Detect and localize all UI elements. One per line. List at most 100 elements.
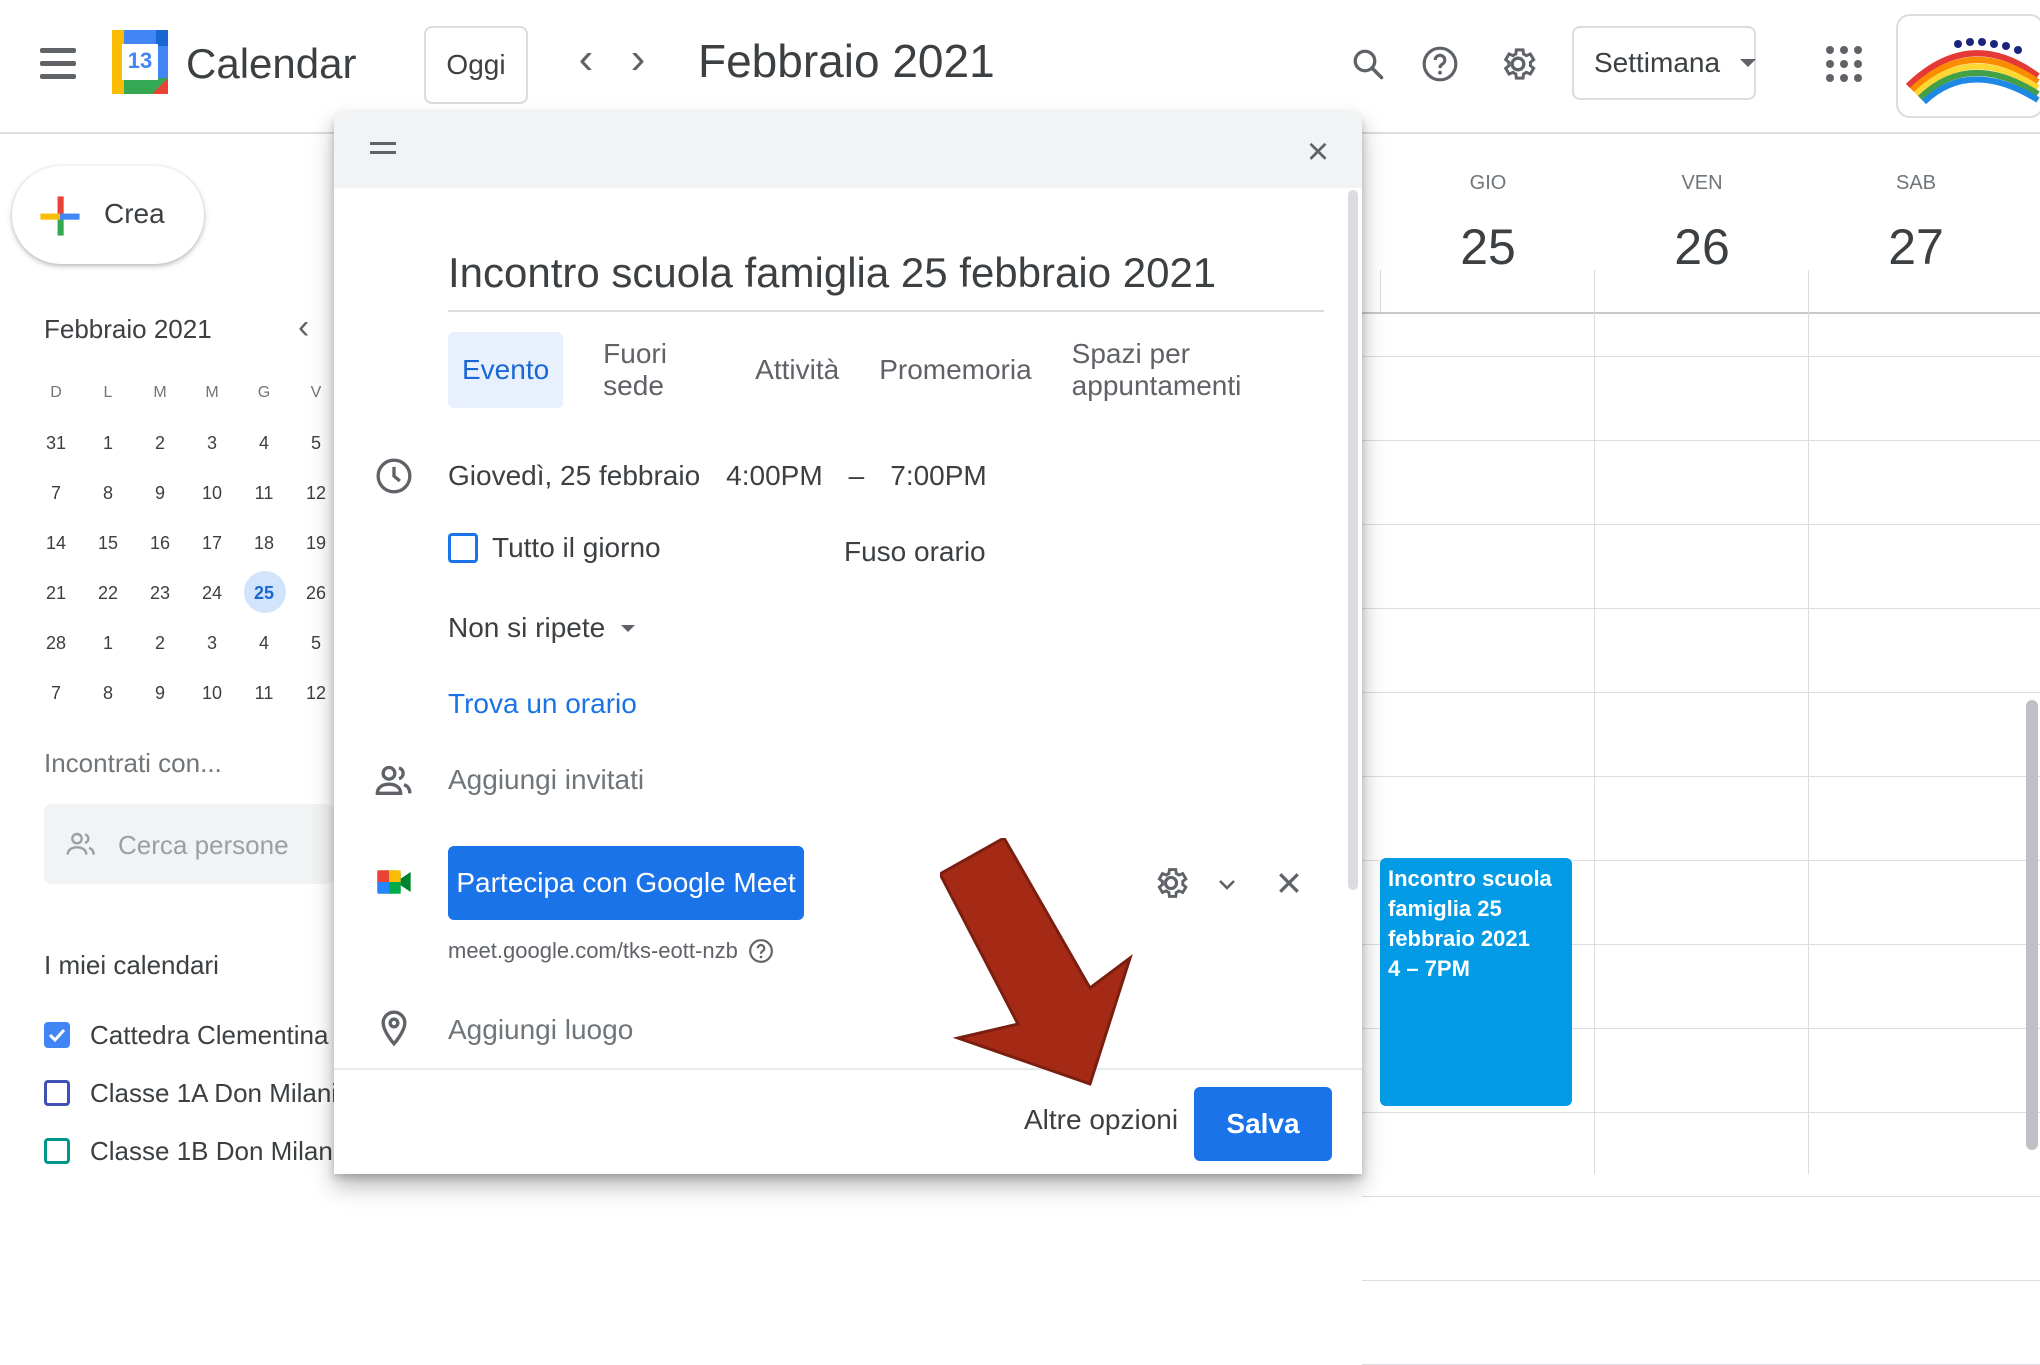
- tab-attivita[interactable]: Attività: [755, 332, 839, 408]
- mini-calendar-day[interactable]: 17: [186, 533, 238, 554]
- dialog-scrollbar[interactable]: [1348, 190, 1358, 890]
- grid-hour-line: [1362, 356, 2040, 357]
- mini-calendar-day[interactable]: 1: [82, 633, 134, 654]
- day-header-number[interactable]: 26: [1642, 218, 1762, 276]
- dialog-header[interactable]: [334, 112, 1362, 188]
- mini-calendar-day[interactable]: 24: [186, 583, 238, 604]
- mini-calendar-day[interactable]: 21: [30, 583, 82, 604]
- mini-calendar-day[interactable]: 11: [238, 483, 290, 504]
- search-icon[interactable]: [1340, 36, 1396, 92]
- main-menu-icon[interactable]: [40, 48, 76, 80]
- more-options-button[interactable]: Altre opzioni: [1024, 1104, 1178, 1136]
- settings-gear-icon[interactable]: [1490, 36, 1546, 92]
- help-icon[interactable]: [1412, 36, 1468, 92]
- add-location-input[interactable]: Aggiungi luogo: [448, 1014, 633, 1046]
- mini-calendar-day[interactable]: 14: [30, 533, 82, 554]
- mini-calendar-weeks: 31 1 2 3 4 5 7 8 9 10 11 12 14 15 16 17 18 19 21 22 23 24 25 26…: [30, 418, 354, 718]
- help-icon[interactable]: [748, 938, 774, 964]
- calendar-item-label: Classe 1A Don Milani: [90, 1077, 338, 1108]
- find-time-link[interactable]: Trova un orario: [448, 688, 637, 720]
- save-button[interactable]: Salva: [1194, 1087, 1332, 1161]
- calendar-item-classe-1a[interactable]: Classe 1A Don Milani: [44, 1076, 337, 1110]
- mini-calendar-day[interactable]: 8: [82, 483, 134, 504]
- mini-calendar-day[interactable]: 4: [238, 433, 290, 454]
- meet-link[interactable]: meet.google.com/tks-eott-nzb: [448, 938, 774, 964]
- mini-calendar-day[interactable]: 10: [186, 483, 238, 504]
- weekday-label: D: [50, 384, 62, 401]
- join-google-meet-button[interactable]: Partecipa con Google Meet: [448, 846, 804, 920]
- mini-calendar-day[interactable]: 4: [238, 633, 290, 654]
- mini-calendar-day[interactable]: 8: [82, 683, 134, 704]
- mini-calendar-day[interactable]: 31: [30, 433, 82, 454]
- timezone-button[interactable]: Fuso orario: [844, 536, 986, 568]
- tab-spazi-appuntamenti[interactable]: Spazi per appuntamenti: [1072, 332, 1322, 408]
- mini-calendar-day[interactable]: 9: [134, 483, 186, 504]
- grid-column-line: [1808, 312, 1809, 1174]
- checkbox-checked-icon[interactable]: [44, 1022, 70, 1048]
- calendar-item-cattedra-clementina[interactable]: Cattedra Clementina: [44, 1018, 328, 1052]
- drag-handle-icon[interactable]: [370, 142, 396, 160]
- close-icon[interactable]: ×: [1296, 130, 1340, 174]
- week-scrollbar[interactable]: [2026, 700, 2038, 1150]
- checkbox-unchecked-icon[interactable]: [44, 1138, 70, 1164]
- calendar-item-label: Cattedra Clementina: [90, 1019, 329, 1050]
- previous-week-button[interactable]: ‹: [566, 34, 606, 84]
- repeat-dropdown[interactable]: Non si ripete: [448, 612, 636, 644]
- grid-hour-line: [1362, 1112, 2040, 1113]
- checkbox-unchecked-icon[interactable]: [448, 533, 478, 563]
- meet-settings-gear-icon[interactable]: [1152, 864, 1190, 902]
- mini-calendar-day[interactable]: 2: [134, 433, 186, 454]
- today-button[interactable]: Oggi: [424, 26, 528, 104]
- mini-calendar-day[interactable]: 18: [238, 533, 290, 554]
- mini-calendar-day[interactable]: 10: [186, 683, 238, 704]
- mini-calendar-day[interactable]: 16: [134, 533, 186, 554]
- grid-hour-line: [1362, 1280, 2040, 1281]
- google-apps-icon[interactable]: [1826, 46, 1862, 82]
- mini-calendar-day[interactable]: 11: [238, 683, 290, 704]
- day-header-number[interactable]: 27: [1856, 218, 1976, 276]
- event-date[interactable]: Giovedì, 25 febbraio: [448, 460, 700, 492]
- mini-calendar-day[interactable]: 1: [82, 433, 134, 454]
- mini-calendar-day[interactable]: 2: [134, 633, 186, 654]
- add-guests-input[interactable]: Aggiungi invitati: [448, 764, 644, 796]
- next-week-button[interactable]: ›: [618, 34, 658, 84]
- grid-hour-line: [1362, 440, 2040, 441]
- event-end-time[interactable]: 7:00PM: [890, 460, 987, 492]
- tab-fuori-sede[interactable]: Fuori sede: [603, 332, 715, 408]
- calendar-logo-icon: 13: [112, 30, 168, 94]
- event-time: 4 – 7PM: [1388, 956, 1470, 981]
- grid-hour-line: [1362, 1196, 2040, 1197]
- mini-calendar-day[interactable]: 15: [82, 533, 134, 554]
- mini-calendar-prev-icon[interactable]: ‹: [298, 308, 309, 347]
- mini-calendar-day[interactable]: 23: [134, 583, 186, 604]
- remove-meet-close-icon[interactable]: [1274, 868, 1304, 898]
- calendar-event[interactable]: Incontro scuola famiglia 25 febbraio 202…: [1380, 858, 1572, 1106]
- mini-calendar-day[interactable]: 3: [186, 633, 238, 654]
- view-selector[interactable]: Settimana: [1572, 26, 1757, 100]
- day-header-label: GIO: [1469, 172, 1507, 194]
- tab-promemoria[interactable]: Promemoria: [879, 332, 1031, 408]
- mini-calendar-day[interactable]: 25: [238, 570, 290, 613]
- mini-calendar-week: 31 1 2 3 4 5: [30, 418, 354, 468]
- mini-calendar-day[interactable]: 7: [30, 683, 82, 704]
- day-header-label: VEN: [1681, 172, 1723, 194]
- mini-calendar-day[interactable]: 22: [82, 583, 134, 604]
- account-avatar[interactable]: [1896, 14, 2040, 118]
- mini-calendar-day[interactable]: 7: [30, 483, 82, 504]
- checkbox-unchecked-icon[interactable]: [44, 1080, 70, 1106]
- mini-calendar-grid: D L M M G V 31 1 2 3 4 5 7 8 9 10 11 12 14 15 16 17 18 19…: [30, 368, 354, 718]
- event-title-input[interactable]: Incontro scuola famiglia 25 febbraio 202…: [448, 236, 1324, 312]
- grid-hour-line: [1362, 608, 2040, 609]
- grid-hour-line: [1362, 776, 2040, 777]
- weekday-label: M: [205, 384, 219, 401]
- tab-evento[interactable]: Evento: [448, 332, 564, 408]
- event-start-time[interactable]: 4:00PM: [726, 460, 823, 492]
- chevron-down-icon[interactable]: [1214, 872, 1240, 896]
- mini-calendar-week: 7 8 9 10 11 12: [30, 668, 354, 718]
- all-day-checkbox[interactable]: Tutto il giorno: [448, 532, 661, 564]
- mini-calendar-day[interactable]: 3: [186, 433, 238, 454]
- calendar-item-classe-1b[interactable]: Classe 1B Don Milani: [44, 1134, 339, 1168]
- mini-calendar-day[interactable]: 9: [134, 683, 186, 704]
- day-header-number[interactable]: 25: [1428, 218, 1548, 276]
- mini-calendar-day[interactable]: 28: [30, 633, 82, 654]
